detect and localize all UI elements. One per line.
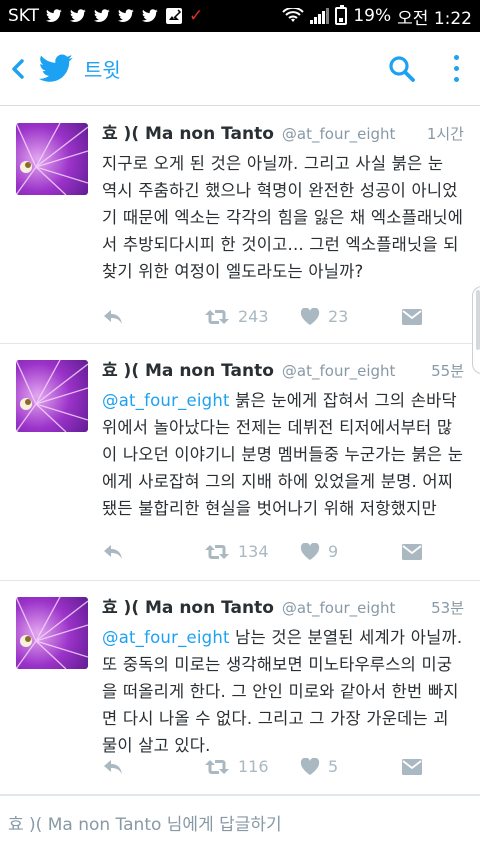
checkmark-icon: ✓ (189, 6, 204, 26)
status-bar: SKT ✓ 19% 오전 1:22 (0, 0, 480, 32)
status-bar-left: SKT ✓ (8, 6, 203, 26)
twitter-notification-icon (142, 9, 158, 22)
author-name[interactable]: 효 )( Ma non Tanto (102, 356, 274, 381)
tweet-text: @at_four_eight 붉은 눈에게 잡혀서 그의 손바닥 위에서 놀아났… (102, 387, 464, 522)
tweet-list: 효 )( Ma non Tanto @at_four_eight 1시간 지구로… (0, 107, 480, 795)
reply-icon (104, 759, 122, 774)
scrollbar-thumb[interactable] (476, 290, 480, 350)
tweet-body: 효 )( Ma non Tanto @at_four_eight 1시간 지구로… (102, 119, 464, 285)
reply-button[interactable] (102, 543, 204, 561)
like-button[interactable]: 5 (300, 757, 402, 776)
search-button[interactable] (382, 49, 422, 89)
tweet-item[interactable]: 효 )( Ma non Tanto @at_four_eight 53분 @at… (0, 581, 480, 795)
retweet-icon (205, 544, 229, 559)
avatar-image (16, 360, 88, 432)
retweet-icon (205, 309, 229, 324)
tweet-text-content: 지구로 오게 된 것은 아닐까. 그리고 사실 붉은 눈 역시 주춤하긴 했으나… (102, 154, 464, 281)
tweet-text-content: 붉은 눈에게 잡혀서 그의 손바닥 위에서 놀아났다는 전제는 데뷔전 티저에서… (102, 391, 464, 518)
like-count: 9 (328, 542, 339, 561)
avatar[interactable] (16, 360, 88, 432)
author-name[interactable]: 효 )( Ma non Tanto (102, 119, 274, 144)
retweet-button[interactable]: 243 (204, 307, 300, 326)
heart-icon (300, 542, 320, 560)
retweet-button[interactable]: 116 (204, 757, 300, 776)
tweet-item[interactable]: 효 )( Ma non Tanto @at_four_eight 55분 @at… (0, 344, 480, 581)
mention-link[interactable]: @at_four_eight (102, 391, 230, 410)
like-button[interactable]: 9 (300, 542, 402, 561)
tweet-actions: 116 5 (102, 757, 464, 776)
reply-icon (104, 309, 122, 324)
reply-button[interactable] (102, 308, 204, 326)
direct-message-button[interactable] (402, 758, 422, 775)
reply-input[interactable] (8, 814, 448, 835)
tweet-text: 지구로 오게 된 것은 아닐까. 그리고 사실 붉은 눈 역시 주춤하긴 했으나… (102, 150, 464, 285)
tweet-actions: 243 23 (102, 307, 464, 326)
app-header: 트윗 (0, 32, 480, 106)
tweet-text-content: 남는 것은 분열된 세계가 아닐까. 또 중독의 미로는 생각해보면 미노타우루… (102, 628, 463, 755)
author-handle[interactable]: @at_four_eight (282, 125, 396, 143)
retweet-button[interactable]: 134 (204, 542, 300, 561)
tweet-body: 효 )( Ma non Tanto @at_four_eight 53분 @at… (102, 593, 464, 759)
clock: 오전 1:22 (397, 8, 472, 29)
avatar[interactable] (16, 123, 88, 195)
like-count: 5 (328, 757, 339, 776)
heart-icon (300, 307, 320, 325)
tweet-timestamp: 53분 (431, 599, 464, 617)
twitter-bird-icon (38, 53, 73, 82)
twitter-notification-icon (70, 9, 86, 22)
twitter-notification-icon (46, 9, 62, 22)
retweet-icon (205, 759, 229, 774)
tweet-item[interactable]: 효 )( Ma non Tanto @at_four_eight 1시간 지구로… (0, 107, 480, 344)
author-handle[interactable]: @at_four_eight (282, 599, 396, 617)
wifi-icon (282, 8, 305, 22)
twitter-notification-icon (94, 9, 110, 22)
tweet-body: 효 )( Ma non Tanto @at_four_eight 55분 @at… (102, 356, 464, 522)
reply-bar (0, 795, 480, 853)
image-notification-icon (166, 8, 183, 24)
page-title: 트윗 (84, 58, 121, 82)
back-button[interactable] (2, 32, 34, 106)
author-handle[interactable]: @at_four_eight (282, 362, 396, 380)
retweet-count: 134 (238, 542, 269, 561)
envelope-icon (402, 758, 422, 775)
more-vertical-icon (453, 77, 459, 82)
like-button[interactable]: 23 (300, 307, 402, 326)
twitter-notification-icon (118, 9, 134, 22)
search-icon (389, 55, 415, 82)
retweet-count: 116 (238, 757, 269, 776)
reply-icon (104, 544, 122, 559)
like-count: 23 (328, 307, 349, 326)
envelope-icon (402, 543, 422, 560)
chevron-left-icon (12, 58, 24, 79)
mention-link[interactable]: @at_four_eight (102, 628, 230, 647)
reply-button[interactable] (102, 758, 204, 776)
more-vertical-icon (453, 55, 459, 60)
battery-icon (335, 5, 348, 25)
tweet-header: 효 )( Ma non Tanto @at_four_eight 55분 (102, 356, 464, 381)
direct-message-button[interactable] (402, 308, 422, 325)
avatar-image (16, 597, 88, 669)
heart-icon (300, 757, 320, 775)
tweet-timestamp: 55분 (431, 362, 464, 380)
avatar[interactable] (16, 597, 88, 669)
status-bar-right: 19% 오전 1:22 (282, 4, 472, 29)
more-vertical-icon (453, 66, 459, 71)
retweet-count: 243 (238, 307, 269, 326)
more-options-button[interactable] (446, 49, 466, 89)
tweet-header: 효 )( Ma non Tanto @at_four_eight 1시간 (102, 119, 464, 144)
tweet-text: @at_four_eight 남는 것은 분열된 세계가 아닐까. 또 중독의 … (102, 624, 464, 759)
tweet-actions: 134 9 (102, 542, 464, 561)
avatar-image (16, 123, 88, 195)
author-name[interactable]: 효 )( Ma non Tanto (102, 593, 274, 618)
signal-strength-icon (310, 8, 330, 24)
battery-percent: 19% (353, 6, 392, 26)
direct-message-button[interactable] (402, 543, 422, 560)
envelope-icon (402, 308, 422, 325)
tweet-timestamp: 1시간 (426, 125, 464, 143)
carrier-label: SKT (8, 6, 40, 26)
tweet-header: 효 )( Ma non Tanto @at_four_eight 53분 (102, 593, 464, 618)
